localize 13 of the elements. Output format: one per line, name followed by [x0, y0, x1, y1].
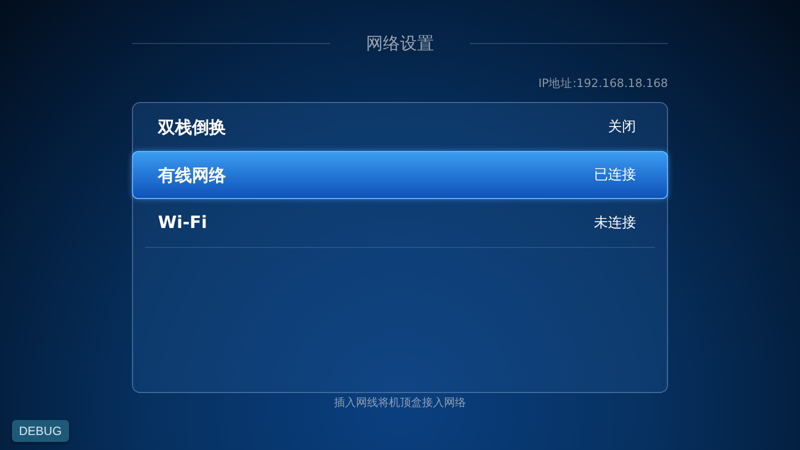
- network-option[interactable]: Wi-Fi 未连接: [145, 199, 655, 248]
- debug-button[interactable]: DEBUG: [12, 420, 69, 442]
- page-title: 网络设置: [366, 33, 434, 55]
- hint-text: 插入网线将机顶盒接入网络: [333, 395, 467, 410]
- network-option[interactable]: 双栈倒换 关闭: [133, 103, 667, 151]
- option-label: 双栈倒换: [158, 116, 226, 138]
- option-label: 有线网络: [158, 164, 226, 186]
- option-status: 已连接: [594, 166, 636, 184]
- network-option[interactable]: 有线网络 已连接: [132, 151, 668, 199]
- option-status: 未连接: [594, 214, 636, 232]
- option-status: 关闭: [608, 118, 636, 136]
- option-label: Wi-Fi: [158, 213, 208, 233]
- ip-address: IP地址:192.168.18.168: [537, 76, 668, 90]
